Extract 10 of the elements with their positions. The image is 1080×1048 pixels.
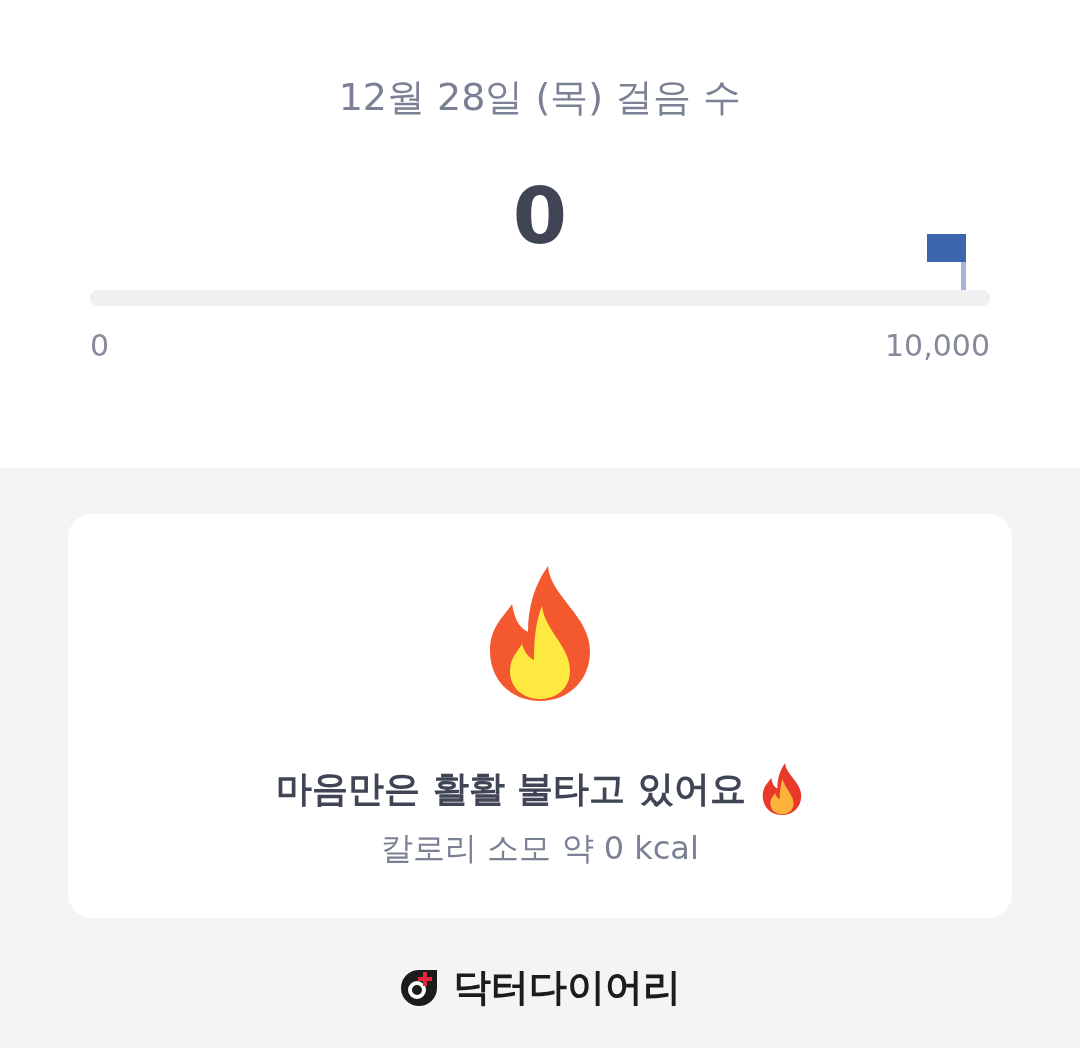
max-label: 10,000 — [885, 328, 990, 364]
min-label: 0 — [90, 328, 110, 364]
goal-flag-icon — [927, 234, 967, 290]
headline: 마음만은 활활 불타고 있어요 — [276, 766, 746, 811]
brand-name: 닥터다이어리 — [453, 964, 681, 1011]
step-count: 0 — [512, 170, 568, 263]
calorie-text: 칼로리 소모 약 0 kcal — [381, 828, 699, 869]
date-title: 12월 28일 (목) 걸음 수 — [338, 74, 742, 121]
logo-icon — [399, 967, 439, 1008]
fire-icon — [490, 566, 590, 701]
